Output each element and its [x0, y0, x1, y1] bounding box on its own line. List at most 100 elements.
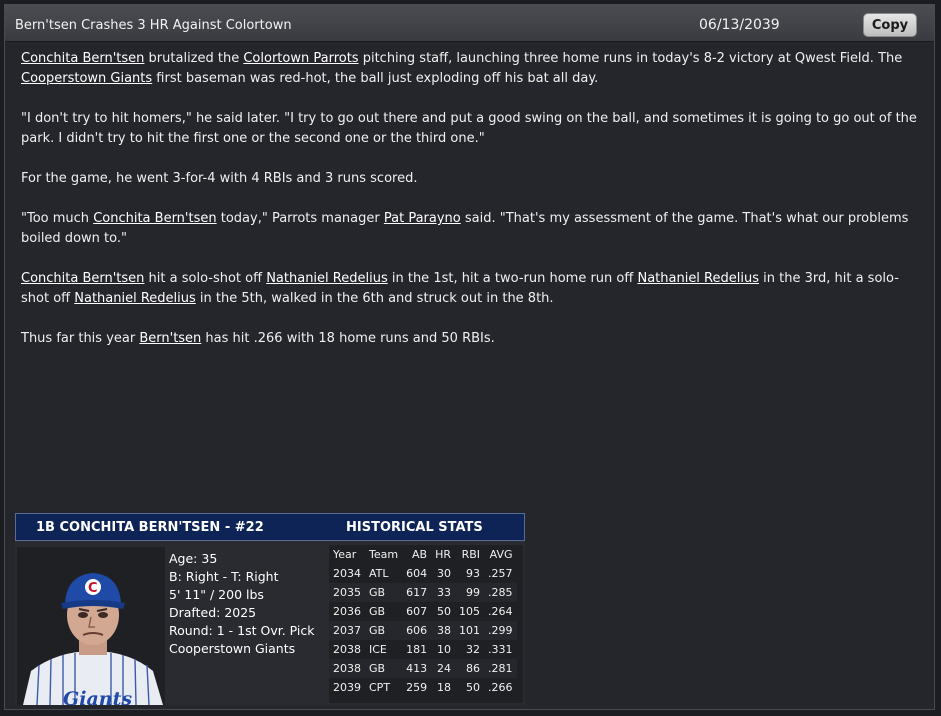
stats-cell: 2038: [329, 659, 365, 678]
article-link[interactable]: Pat Parayno: [384, 211, 461, 226]
stats-table: Year Team AB HR RBI AVG 2034 ATL 604 30 93.257 203…: [329, 545, 517, 697]
stats-cell: 101: [455, 621, 484, 640]
stats-cell: ICE: [369, 643, 387, 656]
article-text: has hit .266 with 18 home runs and 50 RB…: [201, 331, 495, 346]
stats-cell: 86: [455, 659, 484, 678]
player-card-header: 1B CONCHITA BERN'TSEN - #22 HISTORICAL S…: [15, 513, 525, 541]
stats-row: 2036 GB 607 50 105 .264: [329, 602, 517, 621]
stats-cell: GB: [365, 583, 403, 602]
bio-line: B: Right - T: Right: [169, 569, 279, 584]
stats-cell: 99: [455, 583, 484, 602]
player-portrait: Giants C: [17, 547, 165, 705]
bio-line: Age: 35: [169, 551, 218, 566]
paragraph-5: Conchita Bern'tsen hit a solo-shot off N…: [21, 269, 921, 309]
stats-column-header: HR: [435, 548, 451, 561]
stats-cell: 30: [437, 567, 451, 580]
article-link[interactable]: Colortown Parrots: [243, 51, 358, 66]
stats-row: 2039 CPT 259 18 50 .266: [329, 678, 517, 697]
stats-row: 2034 ATL 604 30 93 .257: [329, 564, 517, 583]
stats-cell: GB: [369, 605, 386, 618]
paragraph-6: Thus far this year Bern'tsen has hit .26…: [21, 329, 921, 349]
article-link[interactable]: Conchita Bern'tsen: [21, 271, 144, 286]
stats-cell: 18: [437, 681, 451, 694]
stats-cell: 38: [431, 621, 455, 640]
stats-cell: .281: [484, 659, 517, 678]
stats-column-header: Team: [369, 548, 399, 561]
stats-row: 2037 GB 606 38 101.299: [329, 621, 517, 640]
article-link[interactable]: Conchita Bern'tsen: [21, 51, 144, 66]
article-link[interactable]: Nathaniel Redelius: [266, 271, 388, 286]
article-text: hit a solo-shot off: [144, 271, 267, 286]
article-link[interactable]: Bern'tsen: [139, 331, 201, 346]
article-text: first baseman was red-hot, the ball just…: [152, 71, 599, 86]
stats-column-header: RBI: [461, 548, 480, 561]
stats-cell: 93: [466, 567, 480, 580]
article-text: brutalized the: [144, 51, 244, 66]
stats-cell: 33: [431, 583, 455, 602]
bio-line: Round: 1 - 1st Ovr. Pick: [169, 623, 315, 638]
copy-button[interactable]: Copy: [863, 13, 917, 37]
title-bar: Bern'tsen Crashes 3 HR Against Colortown…: [5, 5, 934, 42]
stats-cell: 259: [406, 681, 428, 694]
stats-cell: 181: [406, 643, 428, 656]
stats-cell: 2037: [329, 621, 365, 640]
stats-cell: 606: [402, 621, 432, 640]
article-text: pitching staff, launching three home run…: [358, 51, 903, 66]
player-card: 1B CONCHITA BERN'TSEN - #22 HISTORICAL S…: [15, 513, 525, 705]
stats-row: 2035 GB 617 33 99.285: [329, 583, 517, 602]
stats-cell: 617: [402, 583, 432, 602]
stats-cell: .266: [488, 681, 513, 694]
article-link[interactable]: Cooperstown Giants: [21, 71, 152, 86]
stats-cell: 413: [402, 659, 432, 678]
headline: Bern'tsen Crashes 3 HR Against Colortown: [15, 18, 292, 33]
stats-cell: .264: [488, 605, 513, 618]
player-portrait-image: Giants C: [17, 547, 165, 705]
stats-cell: GB: [365, 621, 403, 640]
player-name-line[interactable]: 1B CONCHITA BERN'TSEN - #22: [36, 520, 264, 535]
stats-cell: 607: [406, 605, 428, 618]
stats-header-row: Year Team AB HR RBI AVG: [329, 545, 517, 564]
bio-line[interactable]: Cooperstown Giants: [169, 640, 315, 658]
stats-cell: GB: [365, 659, 403, 678]
stats-cell: .285: [484, 583, 517, 602]
stats-cell: 50: [437, 605, 451, 618]
stats-column-header: AB: [412, 548, 428, 561]
historical-stats-table: Year Team AB HR RBI AVG 2034 ATL 604 30 93.257 203…: [329, 545, 523, 703]
stats-cell: .331: [488, 643, 513, 656]
stats-cell: 2035: [329, 583, 365, 602]
stats-row: 2038 GB 413 24 86.281: [329, 659, 517, 678]
stats-cell: 2036: [333, 605, 361, 618]
stats-cell: 24: [431, 659, 455, 678]
player-bio: Age: 35 B: Right - T: Right 5' 11" / 200 l…: [169, 550, 315, 658]
jersey-text: Giants: [63, 688, 132, 705]
article-text: Thus far this year: [21, 331, 140, 346]
bio-line: 5' 11" / 200 lbs: [169, 587, 264, 602]
stats-body: 2034 ATL 604 30 93.257 2035 GB 617 33 99.285 2036 G…: [329, 564, 517, 697]
article-link[interactable]: Nathaniel Redelius: [637, 271, 759, 286]
article-text: in the 5th, walked in the 6th and struck…: [195, 291, 554, 306]
article-link[interactable]: Nathaniel Redelius: [74, 291, 196, 306]
cap-logo: C: [88, 581, 98, 596]
paragraph-2: "I don't try to hit homers," he said lat…: [21, 111, 917, 146]
stats-cell: 2034: [333, 567, 361, 580]
news-window: Bern'tsen Crashes 3 HR Against Colortown…: [4, 4, 935, 710]
article-text: "Too much: [21, 211, 94, 226]
stats-cell: 105: [459, 605, 480, 618]
paragraph-1: Conchita Bern'tsen brutalized the Colort…: [21, 49, 921, 89]
historical-stats-title: HISTORICAL STATS: [346, 520, 483, 535]
article-date: 06/13/2039: [699, 17, 780, 33]
stats-cell: 32: [466, 643, 480, 656]
stats-cell: 604: [406, 567, 428, 580]
paragraph-3: For the game, he went 3-for-4 with 4 RBI…: [21, 171, 418, 186]
article-link[interactable]: Conchita Bern'tsen: [93, 211, 216, 226]
stats-cell: CPT: [369, 681, 391, 694]
stats-cell: .299: [484, 621, 517, 640]
paragraph-4: "Too much Conchita Bern'tsen today," Par…: [21, 209, 921, 249]
stats-cell: 2038: [333, 643, 361, 656]
stats-cell: 2039: [333, 681, 361, 694]
player-card-body: Giants C Age: 35 B: Right - T: Right 5' …: [15, 541, 525, 705]
stats-column-header: AVG: [489, 548, 513, 561]
stats-cell: .257: [488, 567, 513, 580]
bio-line: Drafted: 2025: [169, 605, 257, 620]
article-text: in the 1st, hit a two-run home run off: [387, 271, 638, 286]
